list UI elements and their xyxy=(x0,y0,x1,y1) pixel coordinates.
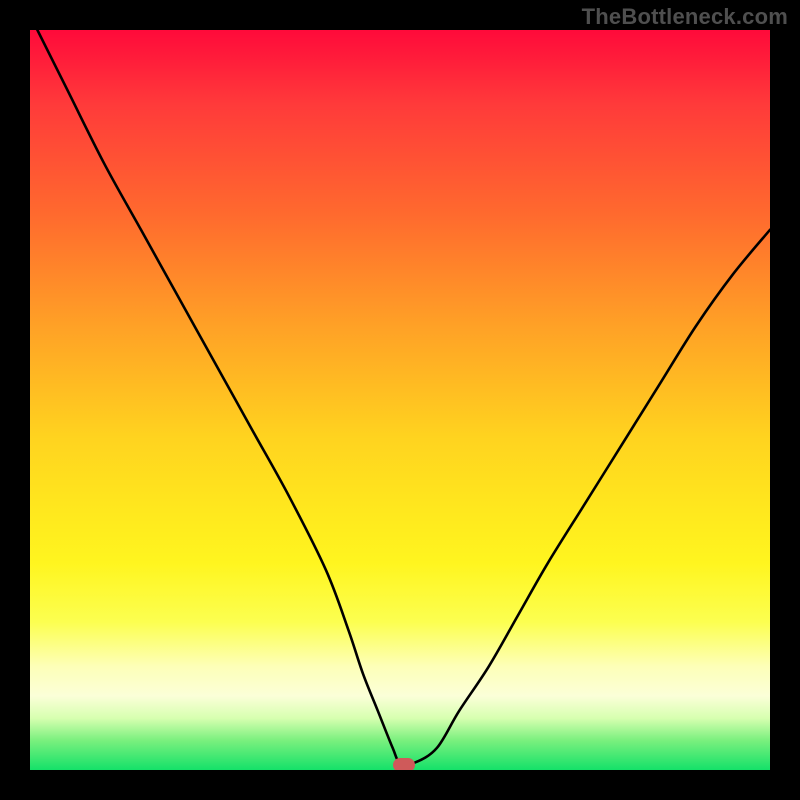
plot-area xyxy=(30,30,770,770)
curve-svg xyxy=(30,30,770,770)
min-marker xyxy=(393,758,415,770)
bottleneck-curve xyxy=(30,30,770,764)
watermark-text: TheBottleneck.com xyxy=(582,4,788,30)
chart-frame: TheBottleneck.com xyxy=(0,0,800,800)
